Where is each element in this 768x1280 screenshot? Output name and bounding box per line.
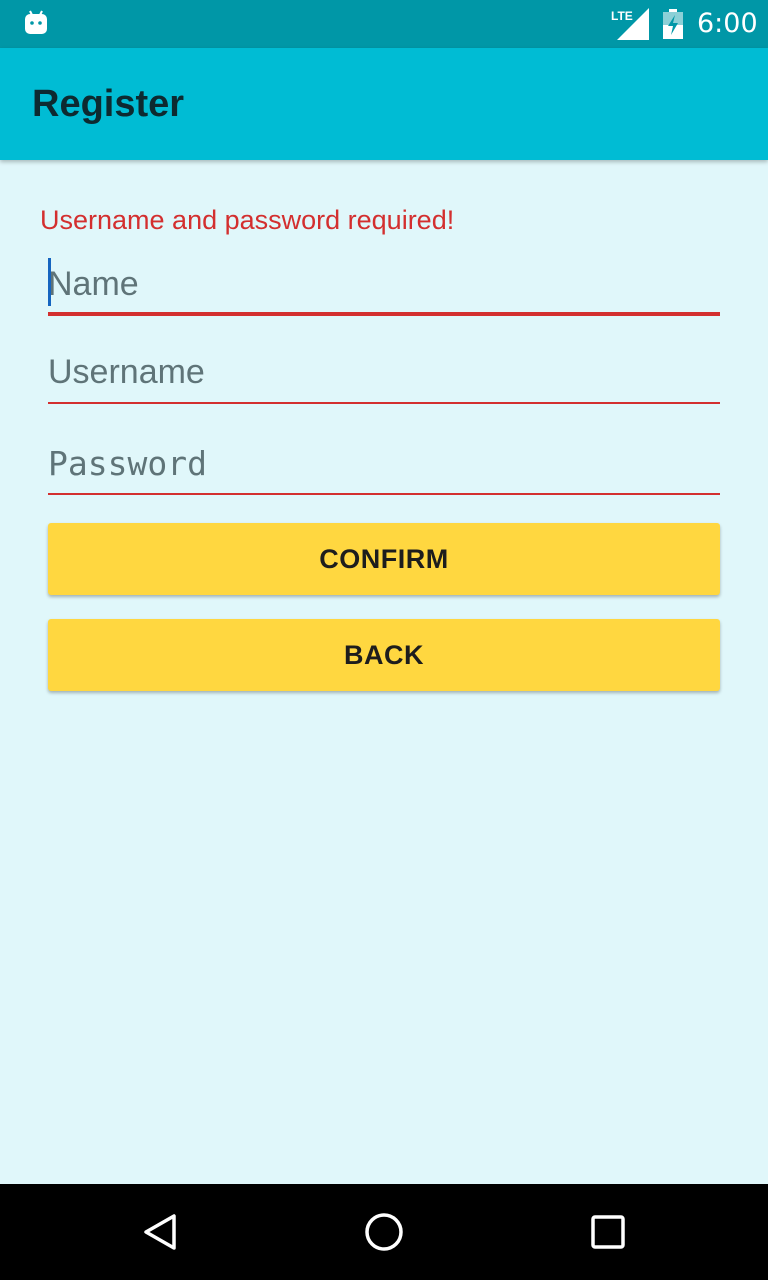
name-input[interactable] [48,256,720,312]
page-title: Register [32,83,185,125]
lte-signal-icon: LTE [611,8,649,40]
text-cursor [48,258,51,306]
register-form: Username and password required! CONFIRM … [0,160,768,1184]
svg-text:LTE: LTE [611,9,633,23]
username-input[interactable] [48,344,720,400]
error-message: Username and password required! [40,205,455,235]
password-field[interactable] [48,435,720,495]
confirm-button[interactable]: CONFIRM [48,523,720,595]
android-icon [25,10,47,34]
username-field[interactable] [48,344,720,404]
name-field[interactable] [48,256,720,316]
back-icon[interactable] [136,1208,184,1256]
password-field-underline [48,493,720,495]
username-field-underline [48,402,720,404]
home-icon[interactable] [360,1208,408,1256]
back-button[interactable]: BACK [48,619,720,691]
status-bar: LTE 6:00 [0,0,768,48]
name-field-underline [48,312,720,316]
app-bar: Register [0,48,768,160]
status-time: 6:00 [697,8,758,39]
recents-icon[interactable] [584,1208,632,1256]
battery-icon [663,9,683,39]
navigation-bar [0,1184,768,1280]
password-input[interactable] [48,435,720,491]
